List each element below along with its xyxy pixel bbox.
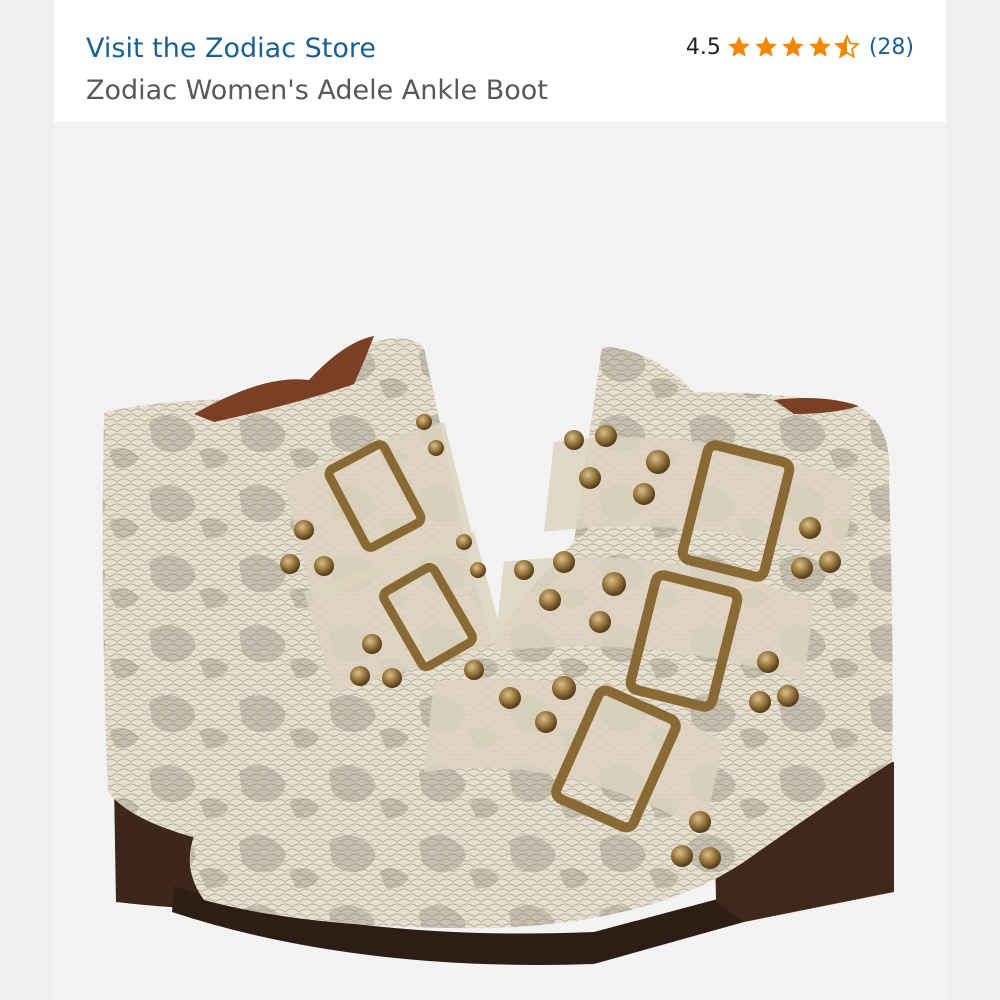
product-image[interactable] [54,122,946,1000]
boots-illustration [102,336,894,965]
star-full-icon [754,36,777,57]
left-margin [0,0,54,1000]
review-count-link[interactable]: (28) [869,35,914,60]
star-half-icon [833,34,860,59]
visit-store-link[interactable]: Visit the Zodiac Store [86,33,376,64]
star-full-icon [808,36,831,57]
right-margin [946,0,1000,1000]
rating-value: 4.5 [685,34,721,60]
star-full-icon [781,36,804,57]
product-title: Zodiac Women's Adele Ankle Boot [86,75,548,106]
star-rating[interactable] [726,34,860,60]
product-header: Visit the Zodiac Store Zodiac Women's Ad… [54,0,946,122]
rating-summary[interactable]: 4.5 (28) [686,34,914,60]
product-page: Visit the Zodiac Store Zodiac Women's Ad… [0,0,1000,1000]
star-full-icon [727,36,750,57]
